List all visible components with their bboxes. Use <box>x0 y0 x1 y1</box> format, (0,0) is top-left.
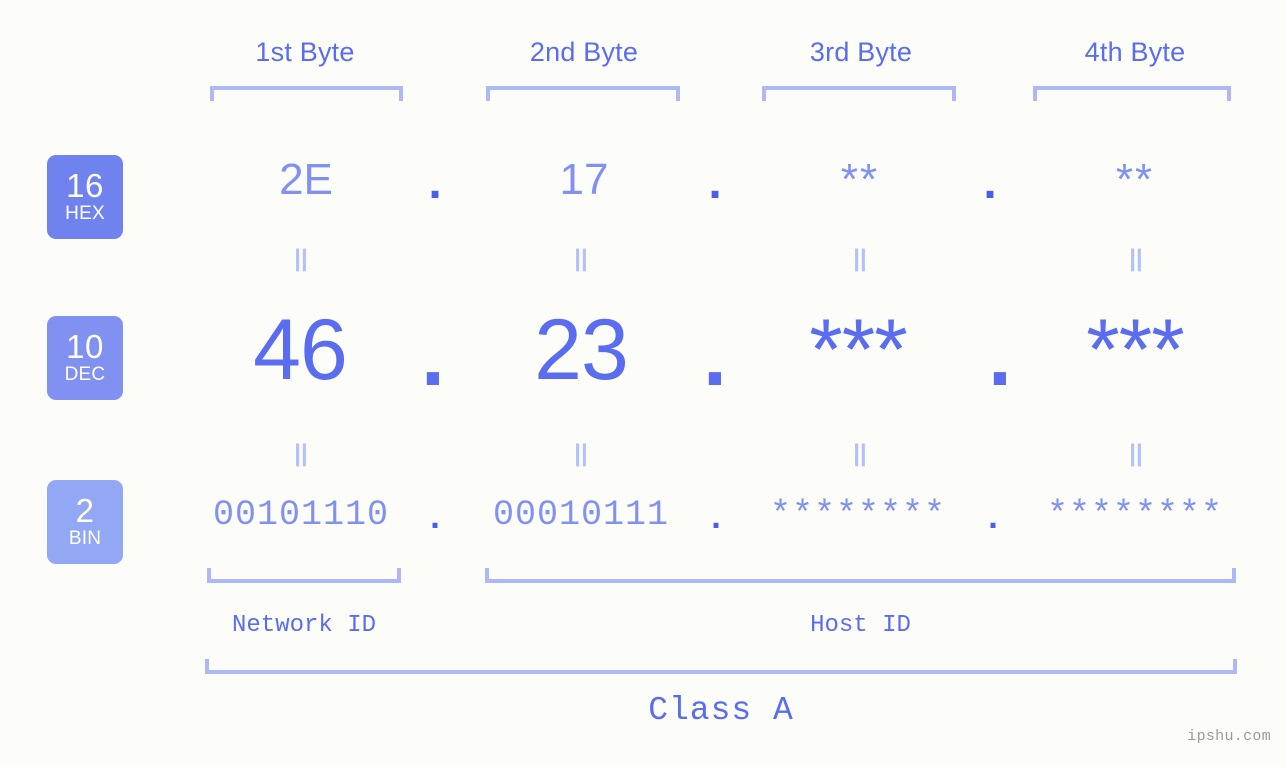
bin-byte-2: 00010111 <box>492 495 670 535</box>
base-badge-dec-name: DEC <box>64 364 106 385</box>
class-bracket <box>205 659 1237 674</box>
dec-byte-2: 23 <box>534 302 629 398</box>
equals-connector-dec-bin-1: || <box>294 440 308 467</box>
bin-separator-3: . <box>982 499 1004 539</box>
equals-connector-dec-bin-3: || <box>853 440 867 467</box>
base-badge-hex: 16 HEX <box>47 155 123 239</box>
base-badge-bin-name: BIN <box>68 528 102 549</box>
network-id-bracket <box>207 568 401 583</box>
bin-byte-3: ******** <box>769 495 947 535</box>
dec-separator-3: . <box>988 308 1012 404</box>
base-badge-bin: 2 BIN <box>47 480 123 564</box>
base-badge-bin-number: 2 <box>75 492 95 529</box>
byte-bracket-1 <box>210 86 403 101</box>
bin-byte-4: ******** <box>1046 495 1224 535</box>
ip-address-breakdown-diagram: 1st Byte 2nd Byte 3rd Byte 4th Byte 16 H… <box>0 0 1285 767</box>
equals-connector-dec-bin-2: || <box>574 440 588 467</box>
hex-separator-3: . <box>983 156 997 209</box>
hex-byte-3: ** <box>840 155 880 204</box>
class-label: Class A <box>648 692 794 729</box>
bin-byte-1: 00101110 <box>212 495 390 535</box>
byte-bracket-3 <box>762 86 956 101</box>
byte-label-4: 4th Byte <box>1084 37 1186 67</box>
byte-label-1: 1st Byte <box>255 37 355 67</box>
base-badge-dec: 10 DEC <box>47 316 123 400</box>
hex-separator-2: . <box>708 156 722 209</box>
byte-label-3: 3rd Byte <box>809 37 913 67</box>
hex-byte-1: 2E <box>279 155 333 204</box>
base-badge-dec-number: 10 <box>66 328 104 365</box>
dec-separator-2: . <box>703 308 727 404</box>
hex-byte-2: 17 <box>559 155 609 204</box>
byte-label-2: 2nd Byte <box>529 37 639 67</box>
host-id-label: Host ID <box>810 612 911 639</box>
byte-bracket-4 <box>1033 86 1231 101</box>
dec-byte-3: *** <box>809 302 907 398</box>
hex-separator-1: . <box>428 156 442 209</box>
site-watermark: ipshu.com <box>1187 728 1271 745</box>
equals-connector-hex-dec-4: || <box>1129 245 1143 272</box>
host-id-bracket <box>485 568 1236 583</box>
dec-byte-4: *** <box>1086 302 1184 398</box>
equals-connector-hex-dec-1: || <box>294 245 308 272</box>
dec-separator-1: . <box>421 308 445 404</box>
bin-separator-2: . <box>705 499 727 539</box>
byte-bracket-2 <box>486 86 680 101</box>
base-badge-hex-number: 16 <box>66 167 104 204</box>
equals-connector-hex-dec-2: || <box>574 245 588 272</box>
dec-byte-1: 46 <box>253 302 348 398</box>
equals-connector-dec-bin-4: || <box>1129 440 1143 467</box>
bin-separator-1: . <box>424 499 446 539</box>
network-id-label: Network ID <box>231 612 377 639</box>
base-badge-hex-name: HEX <box>65 203 105 224</box>
hex-byte-4: ** <box>1115 155 1155 204</box>
equals-connector-hex-dec-3: || <box>853 245 867 272</box>
